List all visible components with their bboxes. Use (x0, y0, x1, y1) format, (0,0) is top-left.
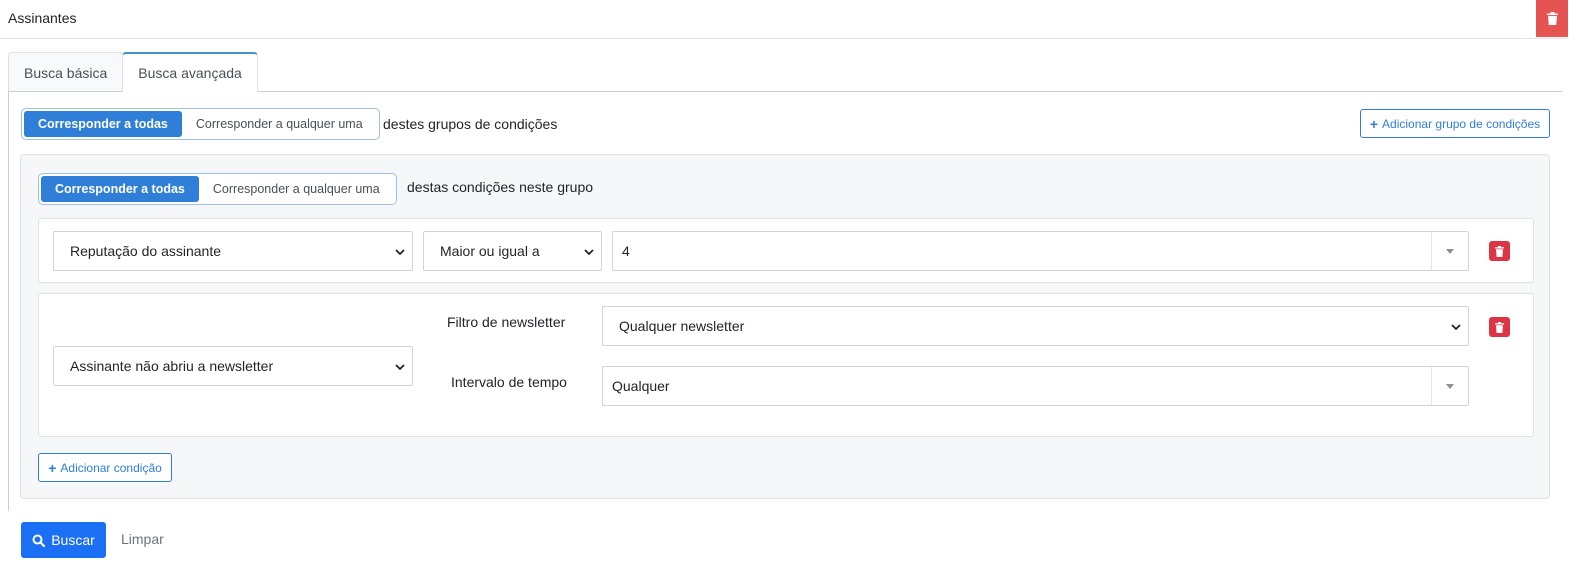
newsletter-filter-value: Qualquer newsletter (619, 318, 745, 334)
groups-match-toggle: Corresponder a todas Corresponder a qual… (21, 108, 380, 140)
dropdown-toggle[interactable] (1431, 232, 1468, 270)
caret-down-icon (1446, 383, 1454, 389)
time-range-combobox[interactable]: Qualquer (602, 366, 1469, 406)
trash-icon (1546, 12, 1558, 25)
match-any-group-button[interactable]: Corresponder a qualquer uma (182, 111, 377, 137)
plus-icon: + (48, 459, 57, 476)
condition-operator-value: Maior ou igual a (440, 243, 540, 259)
condition-row: Reputação do assinante Maior ou igual a … (38, 218, 1534, 283)
tab-basic-search[interactable]: Busca básica (8, 52, 124, 92)
time-range-label: Intervalo de tempo (451, 374, 567, 390)
add-condition-group-button[interactable]: + Adicionar grupo de condições (1360, 109, 1550, 138)
dropdown-toggle[interactable] (1431, 367, 1468, 405)
conditions-match-suffix: destas condições neste grupo (407, 179, 594, 195)
add-condition-button[interactable]: + Adicionar condição (38, 453, 172, 482)
delete-button[interactable] (1536, 0, 1568, 37)
condition-field-select[interactable]: Assinante não abriu a newsletter (53, 346, 413, 386)
match-all-conditions-button[interactable]: Corresponder a todas (41, 176, 199, 202)
page-header: Assinantes (0, 0, 1568, 39)
time-range-value: Qualquer (612, 378, 670, 394)
condition-value-combobox[interactable]: 4 (612, 231, 1469, 271)
condition-operator-select[interactable]: Maior ou igual a (423, 231, 602, 271)
chevron-down-icon (1451, 324, 1461, 331)
match-all-groups-button[interactable]: Corresponder a todas (24, 111, 182, 137)
chevron-down-icon (395, 364, 405, 371)
search-tabs: Busca básica Busca avançada (8, 52, 258, 92)
add-condition-label: Adicionar condição (60, 460, 162, 475)
remove-condition-button[interactable] (1489, 317, 1510, 337)
condition-field-value: Assinante não abriu a newsletter (70, 358, 274, 374)
chevron-down-icon (395, 249, 405, 256)
groups-match-suffix: destes grupos de condições (383, 116, 558, 132)
caret-down-icon (1446, 248, 1454, 254)
trash-icon (1495, 245, 1504, 257)
match-any-condition-button[interactable]: Corresponder a qualquer uma (199, 176, 394, 202)
condition-field-select[interactable]: Reputação do assinante (53, 231, 413, 271)
search-button[interactable]: Buscar (21, 522, 106, 558)
condition-field-value: Reputação do assinante (70, 243, 221, 259)
newsletter-filter-select[interactable]: Qualquer newsletter (602, 306, 1469, 346)
plus-icon: + (1369, 115, 1379, 132)
add-condition-group-label: Adicionar grupo de condições (1382, 116, 1541, 131)
remove-condition-button[interactable] (1489, 241, 1510, 261)
clear-link[interactable]: Limpar (121, 531, 164, 547)
tab-advanced-search[interactable]: Busca avançada (122, 52, 258, 92)
condition-group: Corresponder a todas Corresponder a qual… (20, 154, 1550, 499)
conditions-match-toggle: Corresponder a todas Corresponder a qual… (38, 173, 397, 205)
chevron-down-icon (584, 249, 594, 256)
search-button-label: Buscar (51, 532, 95, 548)
condition-row: Assinante não abriu a newsletter Filtro … (38, 293, 1534, 437)
condition-value: 4 (622, 243, 630, 259)
search-icon (32, 534, 46, 547)
newsletter-filter-label: Filtro de newsletter (447, 314, 566, 330)
page-title: Assinantes (8, 10, 77, 26)
trash-icon (1495, 321, 1504, 333)
